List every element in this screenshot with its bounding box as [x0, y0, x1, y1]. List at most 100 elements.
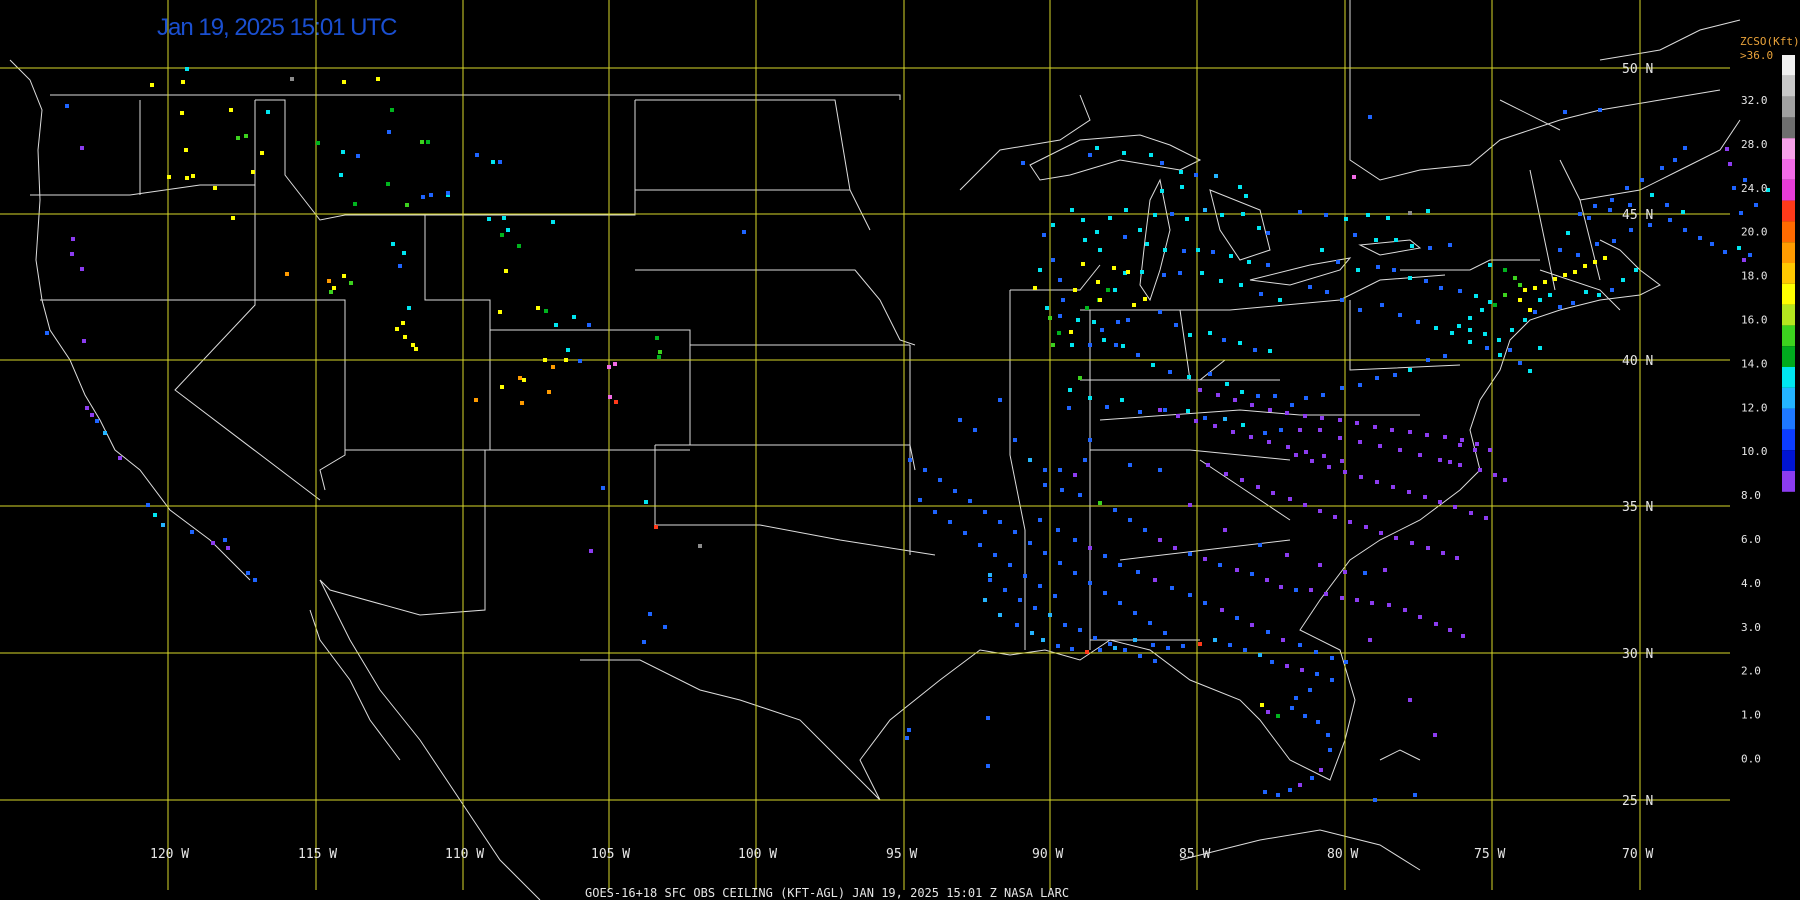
station-dot	[1187, 375, 1191, 379]
station-dot	[998, 398, 1002, 402]
station-dot	[544, 309, 548, 313]
station-dot	[1304, 450, 1308, 454]
station-dot	[387, 130, 391, 134]
station-dot	[420, 140, 424, 144]
station-dot	[1276, 714, 1280, 718]
station-dot	[1578, 212, 1582, 216]
station-dot	[1256, 485, 1260, 489]
station-dot	[1208, 372, 1212, 376]
lake-huron	[1209, 189, 1271, 261]
station-dot	[1113, 646, 1117, 650]
station-dot	[1258, 543, 1262, 547]
station-dot	[1324, 592, 1328, 596]
station-dot	[253, 578, 257, 582]
station-dot	[1188, 593, 1192, 597]
station-dot	[185, 176, 189, 180]
station-dot	[1098, 501, 1102, 505]
station-dot	[1480, 308, 1484, 312]
station-dot	[1375, 480, 1379, 484]
color-legend: ZCSO(Kft)>36.0 32.0 28.0 24.0 20.0 18.0 16.0 14…	[1740, 35, 1800, 766]
station-dot	[405, 203, 409, 207]
lon-label: 70 W	[1622, 847, 1653, 862]
station-dot	[1443, 354, 1447, 358]
station-dot	[1683, 228, 1687, 232]
station-dot	[1240, 478, 1244, 482]
station-dot	[1493, 303, 1497, 307]
station-dot	[1229, 254, 1233, 258]
station-dot	[1438, 458, 1442, 462]
station-dot	[80, 267, 84, 271]
station-dot	[1098, 248, 1102, 252]
station-dot	[161, 523, 165, 527]
station-dot	[551, 365, 555, 369]
station-dot	[905, 736, 909, 740]
station-dot	[1238, 341, 1242, 345]
station-dot	[1225, 382, 1229, 386]
lon-label: 115 W	[298, 847, 337, 862]
station-dot	[1143, 297, 1147, 301]
station-dot	[1168, 370, 1172, 374]
station-dot	[1294, 588, 1298, 592]
station-dot	[601, 486, 605, 490]
station-observations	[45, 67, 1770, 802]
station-dot	[1103, 591, 1107, 595]
station-dot	[1321, 393, 1325, 397]
station-dot	[1488, 300, 1492, 304]
station-dot	[1061, 298, 1065, 302]
station-dot	[1078, 628, 1082, 632]
station-dot	[339, 173, 343, 177]
station-dot	[1392, 268, 1396, 272]
colorbar-label: 14.0	[1741, 357, 1768, 370]
station-dot	[1650, 193, 1654, 197]
station-dot	[1067, 406, 1071, 410]
station-dot	[1558, 305, 1562, 309]
station-dot	[1356, 268, 1360, 272]
station-dot	[1510, 328, 1514, 332]
station-dot	[1298, 643, 1302, 647]
station-dot	[90, 413, 94, 417]
station-dot	[1070, 208, 1074, 212]
station-dot	[446, 191, 450, 195]
station-dot	[1113, 288, 1117, 292]
station-dot	[1434, 326, 1438, 330]
station-dot	[341, 150, 345, 154]
station-dot	[1088, 438, 1092, 442]
station-dot	[80, 146, 84, 150]
station-dot	[1153, 659, 1157, 663]
colorbar-label: 12.0	[1741, 401, 1768, 414]
station-dot	[1057, 331, 1061, 335]
station-dot	[211, 541, 215, 545]
station-dot	[285, 272, 289, 276]
colorbar-label: 3.0	[1741, 621, 1761, 634]
station-dot	[386, 182, 390, 186]
station-dot	[1070, 343, 1074, 347]
station-dot	[1352, 175, 1356, 179]
station-dot	[426, 140, 430, 144]
station-dot	[1503, 293, 1507, 297]
station-dot	[1102, 338, 1106, 342]
station-dot	[184, 148, 188, 152]
station-dot	[986, 764, 990, 768]
station-dot	[923, 468, 927, 472]
station-dot	[1100, 328, 1104, 332]
station-dot	[1095, 230, 1099, 234]
station-dot	[1610, 288, 1614, 292]
station-dot	[153, 513, 157, 517]
station-dot	[1220, 213, 1224, 217]
station-dot	[1418, 615, 1422, 619]
station-dot	[1290, 403, 1294, 407]
station-dot	[1398, 448, 1402, 452]
station-dot	[1340, 386, 1344, 390]
station-dot	[1276, 793, 1280, 797]
station-dot	[1043, 483, 1047, 487]
station-dot	[918, 498, 922, 502]
station-dot	[1198, 642, 1202, 646]
station-dot	[1078, 493, 1082, 497]
station-dot	[520, 401, 524, 405]
station-dot	[1253, 348, 1257, 352]
station-dot	[1475, 442, 1479, 446]
station-dot	[1327, 465, 1331, 469]
station-dot	[1368, 638, 1372, 642]
station-dot	[642, 640, 646, 644]
station-dot	[1116, 320, 1120, 324]
